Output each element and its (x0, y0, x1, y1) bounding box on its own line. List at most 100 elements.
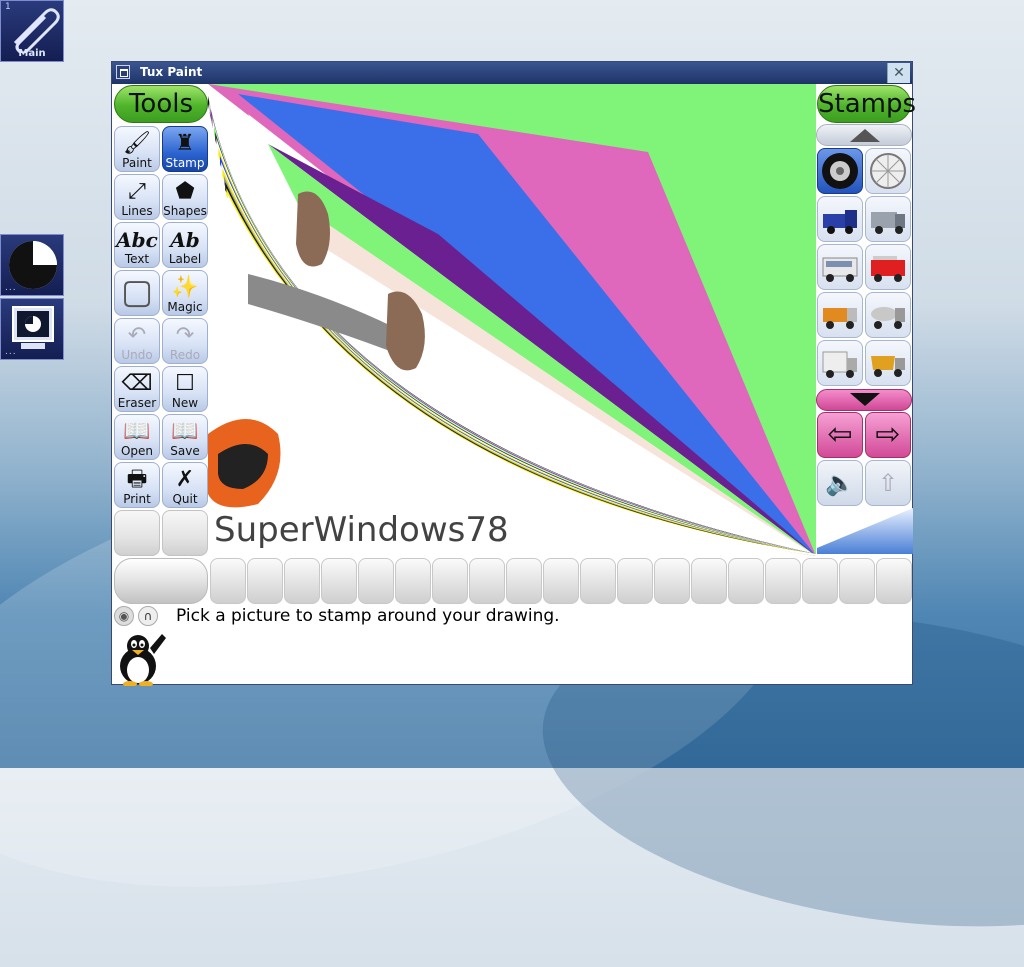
color-slot[interactable] (469, 558, 505, 604)
color-palette (112, 556, 912, 606)
info-bar: ◉ ∩ Pick a picture to stamp around your … (112, 606, 912, 686)
stamp-size-slider[interactable] (817, 508, 913, 554)
tool-lines-button[interactable]: ⤢ Lines (114, 174, 160, 220)
empty-tool-slot (114, 510, 160, 556)
color-slot[interactable] (395, 558, 431, 604)
launcher-dots: ... (5, 283, 17, 293)
title-bar[interactable]: Tux Paint ✕ (112, 62, 912, 84)
color-slot[interactable] (617, 558, 653, 604)
shapes-icon: ⬟ (175, 179, 195, 204)
color-slot[interactable] (765, 558, 801, 604)
close-button[interactable]: ✕ (887, 63, 910, 83)
tool-magic-button[interactable]: ✨ Magic (162, 270, 208, 316)
tool-label: Magic (167, 300, 203, 314)
stamp-fire-truck[interactable] (865, 244, 911, 290)
color-slot[interactable] (543, 558, 579, 604)
color-slot[interactable] (210, 558, 246, 604)
tool-shapes-button[interactable]: ⬟ Shapes (162, 174, 208, 220)
magic-icon: ✨ (171, 275, 199, 300)
print-icon: 🖶 (126, 467, 148, 492)
color-slot[interactable] (691, 558, 727, 604)
headphones-icon[interactable]: ∩ (138, 606, 158, 626)
stamp-tire[interactable] (817, 148, 863, 194)
eraser-icon: ⌫ (121, 371, 153, 396)
quit-icon: ✗ (175, 467, 195, 492)
tools-header: Tools (114, 85, 208, 123)
tool-label: Redo (169, 348, 201, 362)
color-slot[interactable] (802, 558, 838, 604)
drawing-canvas[interactable]: SuperWindows78 (208, 84, 816, 556)
color-slot[interactable] (284, 558, 320, 604)
tool-new-button[interactable]: ☐ New (162, 366, 208, 412)
stamps-scroll-down-button[interactable] (816, 389, 912, 411)
color-slot[interactable] (654, 558, 690, 604)
stamp-bus[interactable] (817, 244, 863, 290)
dump-truck-icon (871, 356, 905, 377)
color-slot[interactable] (432, 558, 468, 604)
color-slot[interactable] (506, 558, 542, 604)
color-slot[interactable] (321, 558, 357, 604)
blue-truck-icon (823, 210, 857, 234)
tool-paint-button[interactable]: 🖌 Paint (114, 126, 160, 172)
color-slot[interactable] (580, 558, 616, 604)
tux-penguin-icon (120, 634, 166, 686)
tool-label: Shapes (163, 204, 207, 218)
tool-print-button[interactable]: 🖶 Print (114, 462, 160, 508)
stamp-wheel[interactable] (865, 148, 911, 194)
tool-label: Text (124, 252, 150, 266)
color-slot[interactable] (839, 558, 875, 604)
tool-label: Open (120, 444, 154, 458)
stamp-icon: ♜ (175, 131, 195, 156)
triangle-up-icon (850, 129, 880, 142)
window-menu-button[interactable] (116, 65, 130, 79)
tool-quit-button[interactable]: ✗ Quit (162, 462, 208, 508)
fire-truck-icon (871, 256, 905, 282)
empty-tool-slot (162, 510, 208, 556)
tool-fill-button[interactable]: ▢ (114, 270, 160, 316)
bus-icon (822, 257, 858, 282)
stamp-orange-truck[interactable] (817, 292, 863, 338)
undo-icon: ↶ (127, 323, 147, 348)
save-icon: 📖 (171, 419, 199, 444)
stamp-blue-truck[interactable] (817, 196, 863, 242)
main-label: Main (18, 48, 46, 59)
tool-save-button[interactable]: 📖 Save (162, 414, 208, 460)
color-slot[interactable] (876, 558, 912, 604)
stamp-sound-button[interactable]: 🔈 (817, 460, 863, 506)
tool-eraser-button[interactable]: ⌫ Eraser (114, 366, 160, 412)
stamp-prev-button[interactable]: ⇦ (817, 412, 863, 458)
stamps-scroll-up-button[interactable] (816, 124, 912, 146)
tool-label: New (171, 396, 199, 410)
stamp-dump-truck[interactable] (865, 340, 911, 386)
stamp-grey-truck[interactable] (865, 196, 911, 242)
color-slot[interactable] (728, 558, 764, 604)
tool-text-button[interactable]: Abc Text (114, 222, 160, 268)
color-slot[interactable] (247, 558, 283, 604)
stamp-tanker-truck[interactable] (865, 292, 911, 338)
stamp-next-button[interactable]: ⇨ (865, 412, 911, 458)
main-workspace-launcher[interactable]: 1 Main (0, 0, 64, 62)
tool-undo-button[interactable]: ↶ Undo (114, 318, 160, 364)
orange-truck-icon (823, 308, 857, 329)
tux-paint-window: Tux Paint ✕ Tools 🖌 Paint ♜ Stamp ⤢ Lines ⬟ Sha… (111, 61, 916, 686)
triangle-down-icon (850, 393, 880, 406)
open-icon: 📖 (123, 419, 151, 444)
tool-stamp-button[interactable]: ♜ Stamp (162, 126, 208, 172)
speaker-icon[interactable]: ◉ (114, 606, 134, 626)
stamp-size-button[interactable]: ⇧ (865, 460, 911, 506)
desktop-launcher-1[interactable]: ... (0, 234, 64, 296)
tool-label-button[interactable]: Ab Label (162, 222, 208, 268)
stamp-box-truck[interactable] (817, 340, 863, 386)
tool-redo-button[interactable]: ↷ Redo (162, 318, 208, 364)
label-icon: Ab (170, 228, 200, 252)
canvas-watermark-text: SuperWindows78 (214, 510, 509, 550)
new-icon: ☐ (175, 371, 195, 396)
color-slot[interactable] (358, 558, 394, 604)
lines-icon: ⤢ (128, 179, 146, 204)
tool-label: Label (168, 252, 202, 266)
current-color-swatch[interactable] (114, 558, 208, 604)
help-message: Pick a picture to stamp around your draw… (176, 606, 560, 626)
desktop-launcher-2[interactable]: ... (0, 298, 64, 360)
text-icon: Abc (116, 228, 158, 252)
tool-open-button[interactable]: 📖 Open (114, 414, 160, 460)
